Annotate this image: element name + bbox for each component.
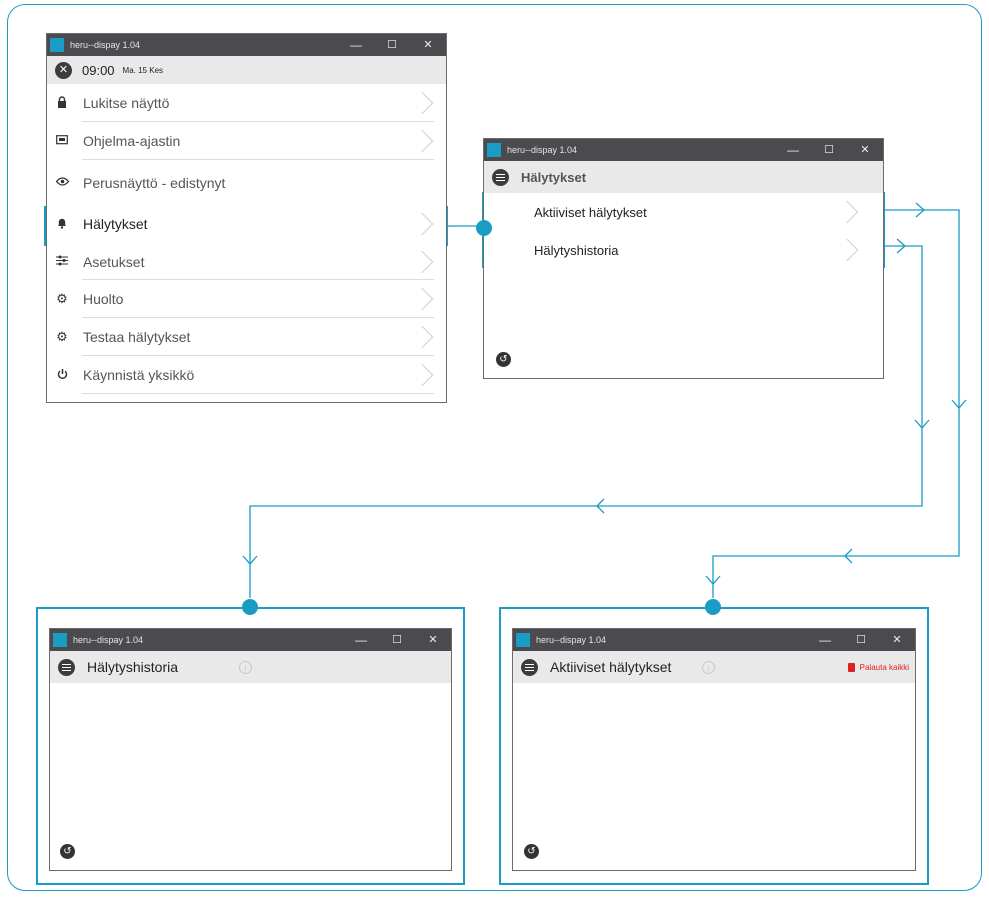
- clock-header: ✕ 09:00 Ma. 15 Kes: [47, 56, 446, 84]
- menu-icon[interactable]: [492, 168, 509, 186]
- divider: [82, 393, 434, 394]
- maximize-button[interactable]: ☐: [843, 629, 879, 651]
- clock-date: Ma. 15 Kes: [122, 65, 164, 75]
- eye-icon: [53, 176, 71, 189]
- bell-icon: [53, 217, 71, 232]
- menu-item-lock-screen[interactable]: Lukitse näyttö: [47, 84, 446, 122]
- connector-dot-alarms: [476, 220, 492, 236]
- alarms-window: heru--dispay 1.04 — ☐ ✕ Hälytykset Aktii…: [483, 138, 884, 379]
- app-icon: [516, 633, 530, 647]
- gear-icon: ⚙: [56, 291, 68, 306]
- close-icon[interactable]: ✕: [55, 61, 72, 79]
- alarms-header-title: Hälytykset: [521, 169, 587, 185]
- back-icon[interactable]: ↺: [60, 844, 75, 859]
- app-icon: [53, 633, 67, 647]
- app-icon: [487, 143, 501, 157]
- menu-item-alarm-history[interactable]: Hälytyshistoria: [484, 231, 883, 269]
- history-header: Hälytyshistoria i: [50, 651, 451, 683]
- titlebar: heru--dispay 1.04 — ☐ ✕: [50, 629, 451, 651]
- close-button[interactable]: ✕: [879, 629, 915, 651]
- close-button[interactable]: ✕: [410, 34, 446, 56]
- menu-item-basic-view-advanced[interactable]: Perusnäyttö - edistynyt: [47, 160, 446, 205]
- titlebar: heru--dispay 1.04 — ☐ ✕: [513, 629, 915, 651]
- window-title: heru--dispay 1.04: [70, 40, 141, 50]
- history-window: heru--dispay 1.04 — ☐ ✕ Hälytyshistoria …: [49, 628, 452, 871]
- close-button[interactable]: ✕: [415, 629, 451, 651]
- trash-icon: [847, 662, 855, 672]
- connector-dot-active: [705, 599, 721, 615]
- menu-item-active-alarms[interactable]: Aktiiviset hälytykset: [484, 193, 883, 231]
- minimize-button[interactable]: —: [338, 34, 374, 56]
- menu-item-label: Asetukset: [83, 253, 145, 270]
- titlebar: heru--dispay 1.04 — ☐ ✕: [47, 34, 446, 56]
- minimize-button[interactable]: —: [775, 139, 811, 161]
- menu-item-label: Hälytyshistoria: [534, 242, 619, 258]
- menu-item-label: Aktiiviset hälytykset: [534, 204, 647, 220]
- info-icon[interactable]: i: [702, 660, 715, 674]
- reset-all-label: Palauta kaikki: [859, 662, 909, 672]
- connector-dot-history: [242, 599, 258, 615]
- lock-icon: [53, 95, 71, 111]
- close-button[interactable]: ✕: [847, 139, 883, 161]
- power-icon: [53, 368, 71, 383]
- maximize-button[interactable]: ☐: [811, 139, 847, 161]
- active-alarms-header: Aktiiviset hälytykset i Palauta kaikki: [513, 651, 915, 683]
- back-icon[interactable]: ↺: [524, 844, 539, 859]
- menu-item-maintenance[interactable]: ⚙ Huolto: [47, 280, 446, 318]
- menu-item-settings[interactable]: Asetukset: [47, 243, 446, 280]
- menu-item-program-timer[interactable]: Ohjelma-ajastin: [47, 122, 446, 160]
- menu-item-label: Perusnäyttö - edistynyt: [83, 174, 226, 191]
- menu-item-label: Huolto: [83, 291, 124, 307]
- menu-icon[interactable]: [58, 658, 75, 676]
- main-window: heru--dispay 1.04 — ☐ ✕ ✕ 09:00 Ma. 15 K…: [46, 33, 447, 403]
- menu-item-label: Käynnistä yksikkö: [83, 367, 195, 383]
- history-header-title: Hälytyshistoria: [87, 659, 179, 675]
- menu-item-test-alarms[interactable]: ⚙ Testaa hälytykset: [47, 318, 446, 356]
- main-menu: Lukitse näyttö Ohjelma-ajastin Perusnäyt…: [47, 84, 446, 394]
- info-icon[interactable]: i: [239, 660, 252, 674]
- gear-icon: ⚙: [56, 329, 68, 344]
- active-alarms-window: heru--dispay 1.04 — ☐ ✕ Aktiiviset hälyt…: [512, 628, 916, 871]
- menu-item-label: Ohjelma-ajastin: [83, 133, 181, 149]
- maximize-button[interactable]: ☐: [379, 629, 415, 651]
- window-title: heru--dispay 1.04: [507, 145, 578, 155]
- clock-time: 09:00: [82, 62, 115, 78]
- alarms-header: Hälytykset: [484, 161, 883, 193]
- menu-item-label: Lukitse näyttö: [83, 95, 170, 111]
- window-title: heru--dispay 1.04: [73, 635, 144, 645]
- timer-icon: [53, 134, 71, 148]
- sliders-icon: [53, 255, 71, 269]
- menu-icon[interactable]: [521, 658, 538, 676]
- menu-item-label: Testaa hälytykset: [83, 329, 191, 345]
- maximize-button[interactable]: ☐: [374, 34, 410, 56]
- menu-item-alarms[interactable]: Hälytykset: [47, 205, 446, 243]
- active-alarms-header-title: Aktiiviset hälytykset: [550, 659, 672, 675]
- minimize-button[interactable]: —: [343, 629, 379, 651]
- reset-all-button[interactable]: Palauta kaikki: [847, 651, 909, 683]
- app-icon: [50, 38, 64, 52]
- titlebar: heru--dispay 1.04 — ☐ ✕: [484, 139, 883, 161]
- back-icon[interactable]: ↺: [496, 352, 511, 367]
- minimize-button[interactable]: —: [807, 629, 843, 651]
- window-title: heru--dispay 1.04: [536, 635, 607, 645]
- menu-item-label: Hälytykset: [83, 216, 148, 232]
- menu-item-restart-unit[interactable]: Käynnistä yksikkö: [47, 356, 446, 394]
